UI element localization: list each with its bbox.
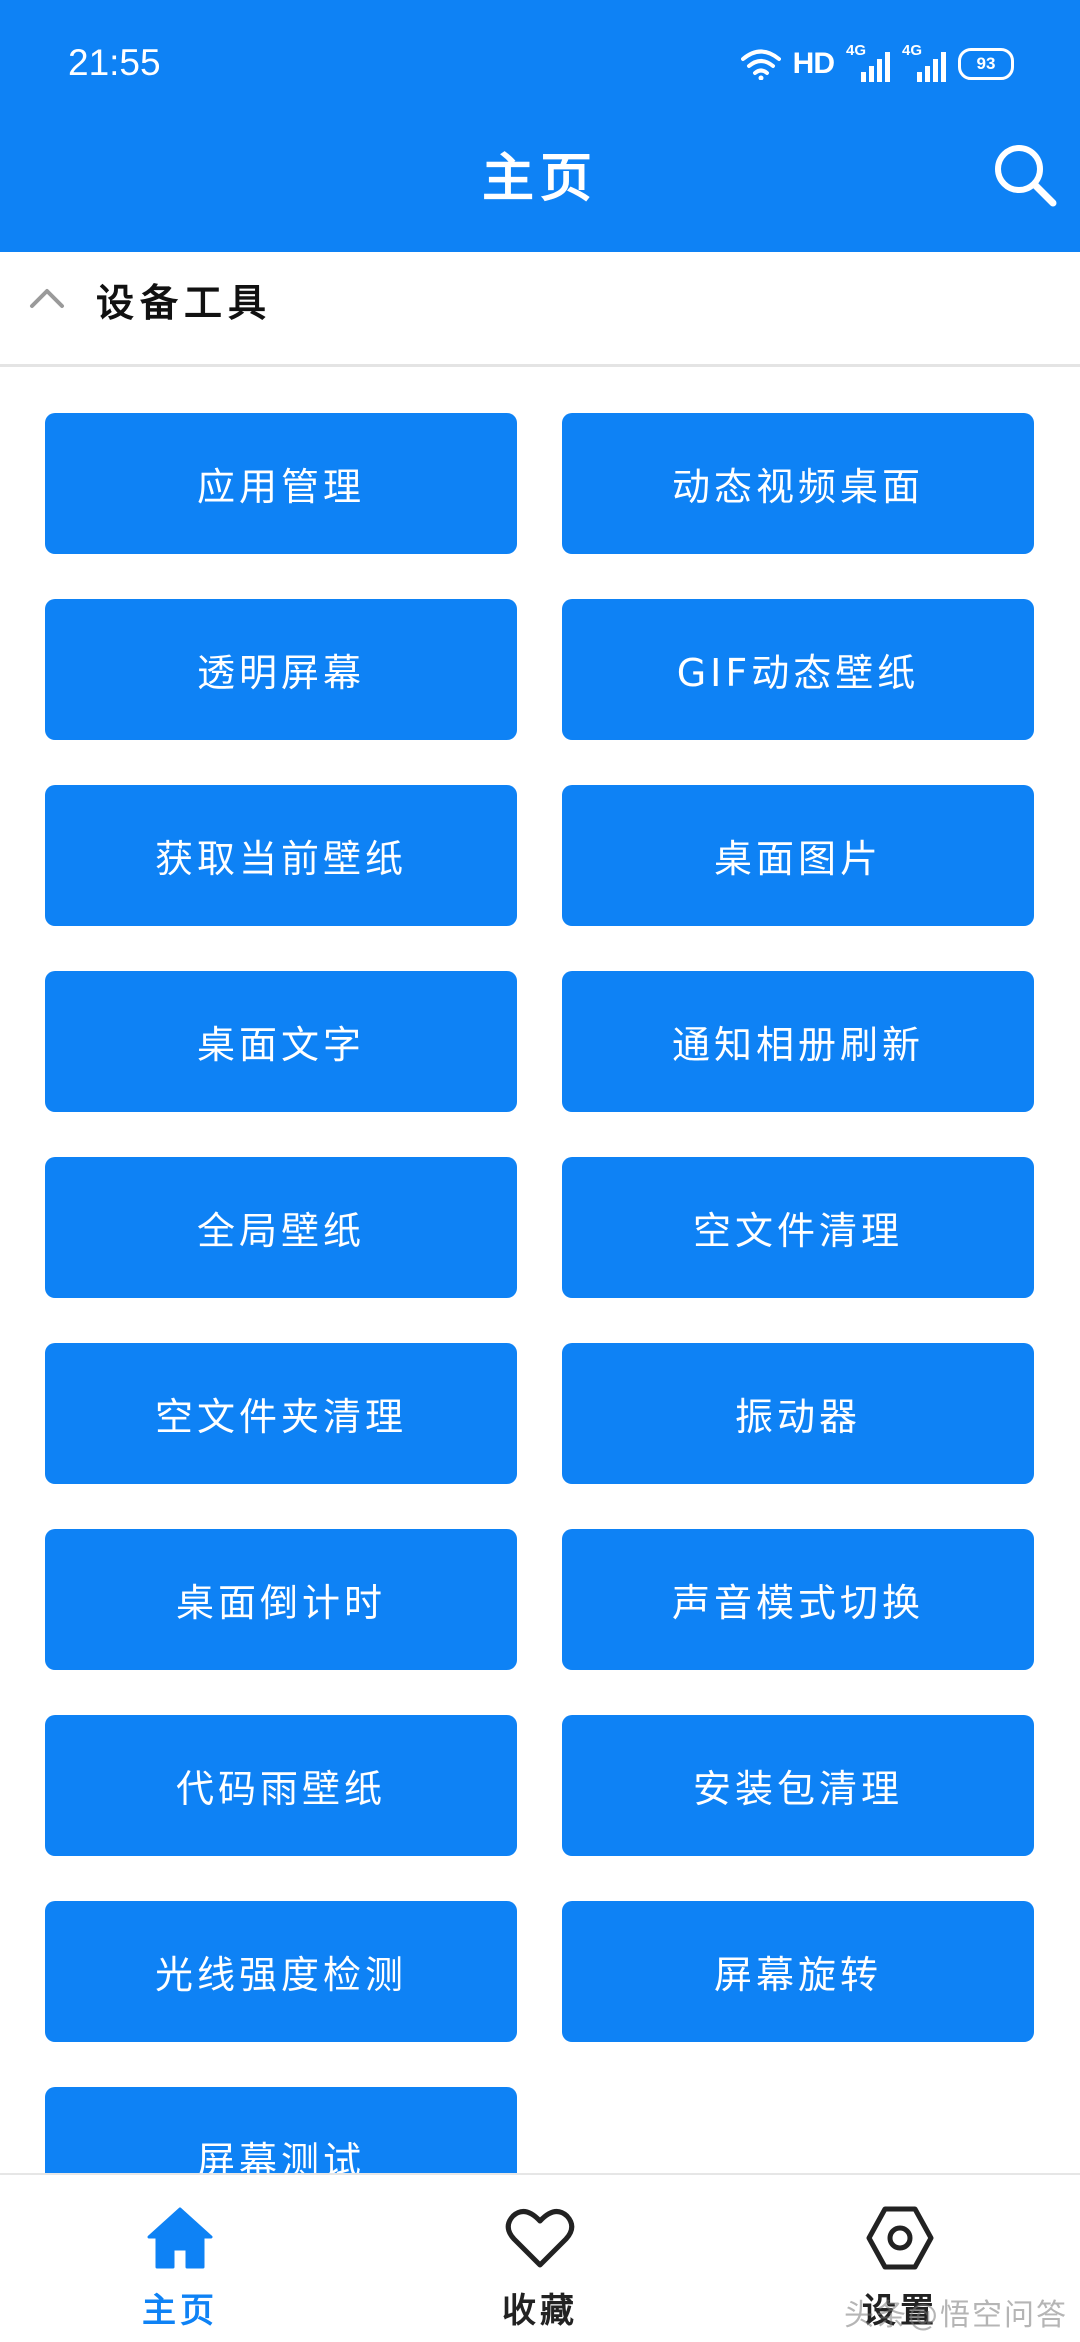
tool-button-empty-folder-cleanup[interactable]: 空文件夹清理 bbox=[45, 1343, 517, 1484]
home-icon bbox=[147, 2207, 213, 2269]
app-bar: 21:55 HD 4G 4G 93 主页 bbox=[0, 0, 1080, 252]
signal-icon: 4G bbox=[846, 42, 890, 82]
nav-label-home: 主页 bbox=[142, 2291, 218, 2331]
tool-button-screen-test[interactable]: 屏幕测试 bbox=[45, 2087, 517, 2173]
wifi-icon bbox=[740, 49, 781, 80]
nav-label-favorites: 收藏 bbox=[502, 2291, 578, 2331]
tool-button-transparent-screen[interactable]: 透明屏幕 bbox=[45, 599, 517, 740]
tool-grid: 应用管理 动态视频桌面 透明屏幕 GIF动态壁纸 获取当前壁纸 桌面图片 桌面文… bbox=[0, 367, 1080, 2173]
tool-button-live-video-wallpaper[interactable]: 动态视频桌面 bbox=[562, 413, 1034, 554]
nav-item-home[interactable]: 主页 bbox=[80, 2175, 280, 2342]
tool-button-sound-mode-switch[interactable]: 声音模式切换 bbox=[562, 1529, 1034, 1670]
status-time: 21:55 bbox=[68, 42, 161, 83]
page-title: 主页 bbox=[481, 149, 598, 209]
tool-button-apk-cleanup[interactable]: 安装包清理 bbox=[562, 1715, 1034, 1856]
section-title: 设备工具 bbox=[96, 281, 273, 325]
tool-button-empty-file-cleanup[interactable]: 空文件清理 bbox=[562, 1157, 1034, 1298]
tool-button-app-management[interactable]: 应用管理 bbox=[45, 413, 517, 554]
tool-button-global-wallpaper[interactable]: 全局壁纸 bbox=[45, 1157, 517, 1298]
status-icons: HD 4G 4G 93 bbox=[740, 42, 1014, 84]
signal-icon: 4G bbox=[902, 42, 946, 82]
tool-button-code-rain-wallpaper[interactable]: 代码雨壁纸 bbox=[45, 1715, 517, 1856]
tool-button-vibrator[interactable]: 振动器 bbox=[562, 1343, 1034, 1484]
chevron-up-icon[interactable] bbox=[26, 282, 68, 312]
watermark: 头条@悟空问答 bbox=[844, 2298, 1068, 2333]
tool-button-desktop-countdown[interactable]: 桌面倒计时 bbox=[45, 1529, 517, 1670]
tool-button-desktop-image[interactable]: 桌面图片 bbox=[562, 785, 1034, 926]
hd-indicator: HD bbox=[792, 47, 835, 80]
tool-button-screen-rotation[interactable]: 屏幕旋转 bbox=[562, 1901, 1034, 2042]
tool-button-desktop-text[interactable]: 桌面文字 bbox=[45, 971, 517, 1112]
tool-button-gif-wallpaper[interactable]: GIF动态壁纸 bbox=[562, 599, 1034, 740]
tool-button-light-sensor[interactable]: 光线强度检测 bbox=[45, 1901, 517, 2042]
heart-icon bbox=[505, 2209, 575, 2268]
battery-icon: 93 bbox=[958, 48, 1014, 80]
tool-button-get-current-wallpaper[interactable]: 获取当前壁纸 bbox=[45, 785, 517, 926]
search-icon[interactable] bbox=[990, 140, 1060, 210]
tool-button-refresh-album[interactable]: 通知相册刷新 bbox=[562, 971, 1034, 1112]
section-header[interactable]: 设备工具 bbox=[0, 252, 1080, 367]
settings-icon bbox=[866, 2206, 934, 2270]
nav-item-favorites[interactable]: 收藏 bbox=[440, 2175, 640, 2342]
